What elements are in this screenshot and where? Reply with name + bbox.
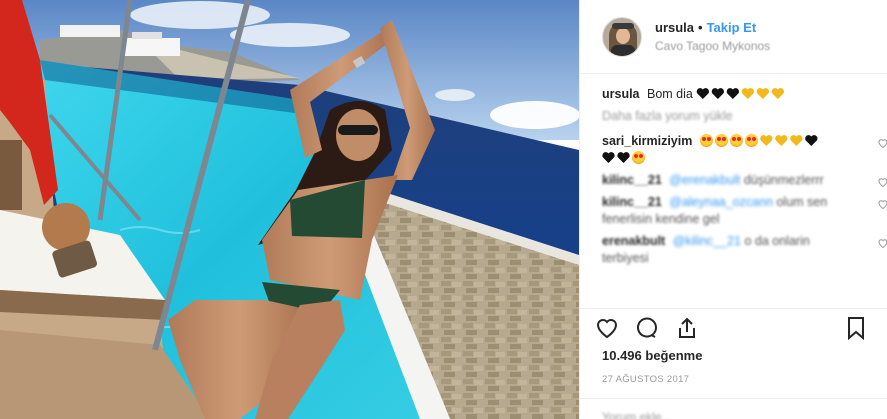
comment-username[interactable]: erenakbult — [602, 234, 665, 248]
comment-item: sari_kirmiziyim — [602, 133, 887, 167]
comment-like-icon[interactable] — [877, 176, 887, 188]
heart-eyes-icon — [632, 151, 645, 164]
comment-like-icon[interactable] — [877, 198, 887, 210]
black-heart-icon — [602, 151, 615, 164]
black-heart-icon — [696, 87, 709, 100]
photo-illustration — [0, 0, 579, 419]
yellow-heart-icon — [760, 134, 773, 147]
comment-item: kilinc__21 @erenakbult düşünmezlerrr — [602, 172, 887, 189]
header-line: ursula • Takip Et — [655, 20, 770, 35]
yellow-heart-icon — [790, 134, 803, 147]
comment-icon — [637, 317, 658, 338]
comment-username[interactable]: kilinc__21 — [602, 195, 662, 209]
post-photo[interactable] — [0, 0, 579, 419]
likes-count[interactable]: 10.496 beğenme — [602, 348, 702, 363]
header-info: ursula • Takip Et Cavo Tagoo Mykonos — [655, 20, 770, 53]
add-comment-input[interactable]: Yorum ekle... — [602, 410, 672, 419]
caption-text: Bom dia — [647, 87, 693, 101]
comment-mention[interactable]: @kilinc__21 — [673, 234, 741, 248]
location-link[interactable]: Cavo Tagoo Mykonos — [655, 39, 770, 53]
yellow-heart-icon — [741, 87, 754, 100]
black-heart-icon — [617, 151, 630, 164]
caption: ursula Bom dia — [602, 86, 887, 103]
instagram-post: ursula • Takip Et Cavo Tagoo Mykonos urs… — [0, 0, 887, 419]
avatar[interactable] — [602, 16, 642, 57]
bookmark-icon — [848, 317, 864, 340]
comment-username[interactable]: sari_kirmiziyim — [602, 134, 692, 148]
heart-eyes-icon — [699, 134, 713, 147]
actions-divider — [580, 308, 887, 309]
black-heart-icon — [726, 87, 739, 100]
post-header: ursula • Takip Et Cavo Tagoo Mykonos — [580, 0, 887, 74]
add-comment-bar: Yorum ekle... — [580, 398, 887, 419]
comment-button[interactable] — [634, 315, 660, 341]
post-date[interactable]: 27 AĞUSTOS 2017 — [602, 374, 689, 385]
comment-item: kilinc__21 @aleynaa_ozcann olum sen fene… — [602, 194, 887, 228]
comment-text: düşünmezlerrr — [743, 173, 824, 187]
comment-mention[interactable]: @aleynaa_ozcann — [669, 195, 773, 209]
share-icon — [679, 317, 695, 338]
comments-list: ursula Bom dia Daha fazla yorum yükle sa… — [580, 74, 887, 308]
comment-item: erenakbult @kilinc__21 o da onlarin terb… — [602, 233, 887, 267]
yellow-heart-icon — [756, 87, 769, 100]
black-heart-icon — [711, 87, 724, 100]
comment-like-icon[interactable] — [877, 137, 887, 149]
username-link[interactable]: ursula — [655, 20, 694, 35]
post-actions — [594, 313, 887, 343]
post-sidebar: ursula • Takip Et Cavo Tagoo Mykonos urs… — [579, 0, 887, 419]
comment-mention[interactable]: @erenakbult — [669, 173, 740, 187]
like-button[interactable] — [594, 315, 620, 341]
comment-text-line2: terbiyesi — [602, 251, 649, 265]
comment-text: o da onlarin — [744, 234, 810, 248]
comment-text: olum sen — [776, 195, 828, 209]
black-heart-icon — [805, 134, 818, 147]
heart-icon — [596, 319, 618, 339]
heart-eyes-icon — [714, 134, 728, 147]
caption-username[interactable]: ursula — [602, 87, 640, 101]
share-button[interactable] — [674, 315, 700, 341]
comment-username[interactable]: kilinc__21 — [602, 173, 662, 187]
comment-like-icon[interactable] — [877, 237, 887, 249]
separator-dot: • — [698, 20, 703, 35]
follow-button[interactable]: Takip Et — [707, 20, 757, 35]
comment-text-line2: fenerlisin kendine gel — [602, 212, 720, 226]
load-more-comments[interactable]: Daha fazla yorum yükle — [602, 109, 887, 123]
yellow-heart-icon — [771, 87, 784, 100]
heart-eyes-icon — [729, 134, 743, 147]
caption-emoji — [696, 87, 786, 101]
yellow-heart-icon — [775, 134, 788, 147]
save-button[interactable] — [843, 315, 869, 341]
heart-eyes-icon — [744, 134, 758, 147]
